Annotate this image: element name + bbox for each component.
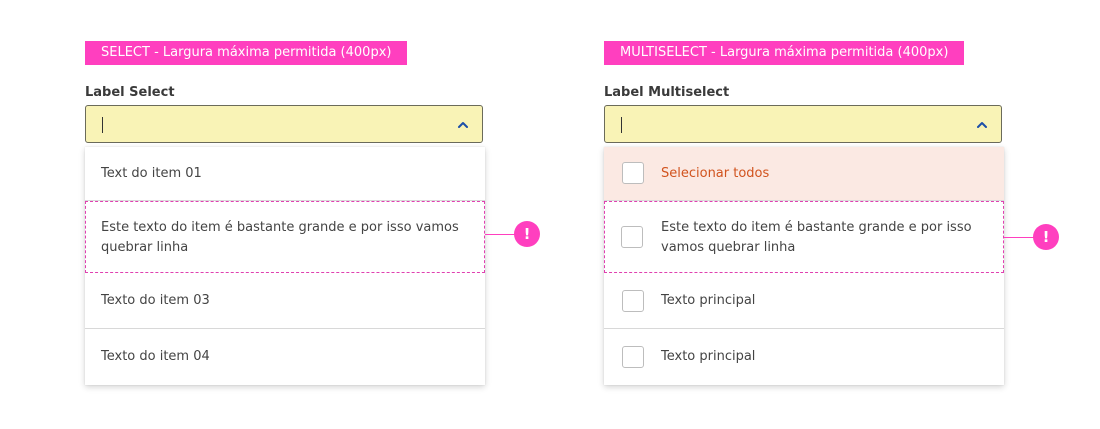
select-label: Label Select <box>85 85 175 100</box>
option-label: Texto do item 03 <box>101 293 210 308</box>
chevron-up-icon[interactable] <box>975 118 989 132</box>
list-item-long[interactable]: Este texto do item é bastante grande e p… <box>85 201 485 273</box>
list-item[interactable]: Texto do item 04 <box>85 329 485 385</box>
multiselect-dropdown: Selecionar todos Este texto do item é ba… <box>604 147 1004 385</box>
chevron-up-icon[interactable] <box>456 118 470 132</box>
multiselect-label: Label Multiselect <box>604 85 730 100</box>
list-item[interactable]: Texto principal <box>604 329 1004 385</box>
select-all-label: Selecionar todos <box>661 166 770 181</box>
option-label: Este texto do item é bastante grande e p… <box>661 220 972 255</box>
select-all-item[interactable]: Selecionar todos <box>604 147 1004 201</box>
list-item[interactable]: Texto do item 03 <box>85 273 485 329</box>
checkbox[interactable] <box>622 346 644 368</box>
warning-connector <box>485 234 515 235</box>
list-item-long[interactable]: Este texto do item é bastante grande e p… <box>604 201 1004 273</box>
list-item[interactable]: Texto principal <box>604 273 1004 329</box>
multiselect-input[interactable] <box>604 105 1002 143</box>
option-label: Texto do item 04 <box>101 349 210 364</box>
multiselect-width-tag: MULTISELECT - Largura máxima permitida (… <box>604 41 965 65</box>
option-label: Texto principal <box>661 293 756 308</box>
option-label: Text do item 01 <box>101 166 202 181</box>
checkbox[interactable] <box>622 290 644 312</box>
text-cursor <box>621 117 622 133</box>
option-label: Este texto do item é bastante grande e p… <box>101 220 459 255</box>
checkbox[interactable] <box>621 226 643 248</box>
option-label: Texto principal <box>661 349 756 364</box>
warning-connector <box>1004 237 1034 238</box>
list-item[interactable]: Text do item 01 <box>85 147 485 201</box>
text-cursor <box>102 117 103 133</box>
checkbox[interactable] <box>622 162 644 184</box>
select-input[interactable] <box>85 105 483 143</box>
warning-icon: ! <box>1033 224 1059 250</box>
select-dropdown: Text do item 01 Este texto do item é bas… <box>85 147 485 385</box>
warning-icon: ! <box>514 221 540 247</box>
select-width-tag: SELECT - Largura máxima permitida (400px… <box>85 41 408 65</box>
